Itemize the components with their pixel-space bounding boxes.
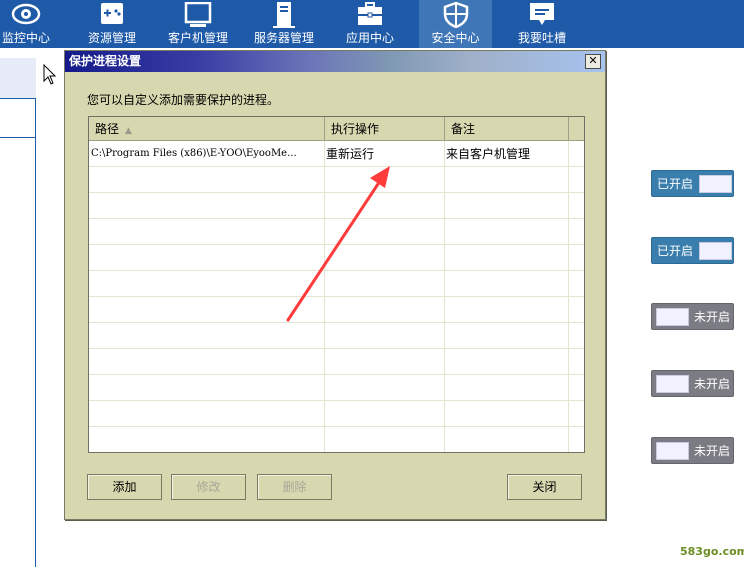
process-table[interactable]: 路径 ▲ 执行操作 备注 C:\Program Files (x86)\E-YOO… xyxy=(88,116,585,453)
column-divider xyxy=(324,141,325,452)
close-icon[interactable]: ✕ xyxy=(585,54,601,69)
gamepad-icon xyxy=(101,3,123,24)
toggle-knob xyxy=(699,175,732,193)
toggle-label: 未开启 xyxy=(694,310,731,324)
eye-icon xyxy=(11,3,41,25)
side-panel xyxy=(0,58,36,567)
table-row[interactable]: C:\Program Files (x86)\E-YOO\EyooMe... 重… xyxy=(89,141,584,167)
toggle-knob xyxy=(656,442,689,460)
nav-item-servers[interactable]: 服务器管理 xyxy=(250,0,318,48)
cell-note: 来自客户机管理 xyxy=(446,147,531,161)
dialog-hint: 您可以自定义添加需要保护的进程。 xyxy=(87,93,280,107)
top-nav-bar: 监控中心 资源管理 客户机管理 服务器管理 应用中心 安全中心 我要吐槽 xyxy=(0,0,744,48)
nav-label: 安全中心 xyxy=(431,31,480,45)
table-row-empty xyxy=(89,297,584,323)
toggle-label: 未开启 xyxy=(694,444,731,458)
table-row-empty xyxy=(89,375,584,401)
toggle-label: 未开启 xyxy=(694,377,731,391)
table-row-empty xyxy=(89,245,584,271)
server-icon xyxy=(273,2,295,28)
column-header-note[interactable]: 备注 xyxy=(445,117,569,141)
shield-icon xyxy=(443,2,468,28)
add-button[interactable]: 添加 xyxy=(87,474,162,500)
toggle-switch[interactable]: 未开启 xyxy=(651,303,734,330)
toggle-switch[interactable]: 已开启 xyxy=(651,237,734,264)
column-divider xyxy=(568,141,569,452)
cell-action: 重新运行 xyxy=(326,147,375,161)
toggle-switch[interactable]: 未开启 xyxy=(651,437,734,464)
divider xyxy=(0,137,36,138)
table-row-empty xyxy=(89,401,584,427)
side-panel-selected[interactable] xyxy=(0,58,36,98)
nav-label: 资源管理 xyxy=(87,31,136,45)
nav-item-resources[interactable]: 资源管理 xyxy=(82,0,142,48)
toggle-switch[interactable]: 未开启 xyxy=(651,370,734,397)
dialog-titlebar[interactable]: 保护进程设置 ✕ xyxy=(65,51,605,72)
toggle-knob xyxy=(656,375,689,393)
column-header-action[interactable]: 执行操作 xyxy=(325,117,445,141)
toggle-label: 已开启 xyxy=(657,244,694,258)
table-row-empty xyxy=(89,167,584,193)
nav-item-monitor[interactable]: 监控中心 xyxy=(0,0,52,48)
nav-item-security[interactable]: 安全中心 xyxy=(419,0,492,48)
table-row-empty xyxy=(89,323,584,349)
delete-button[interactable]: 删除 xyxy=(257,474,332,500)
nav-label: 服务器管理 xyxy=(253,31,314,45)
column-header-path-label: 路径 xyxy=(95,122,120,136)
speech-bubble-icon xyxy=(530,3,554,25)
column-divider xyxy=(444,141,445,452)
nav-label: 监控中心 xyxy=(1,31,50,45)
nav-label: 应用中心 xyxy=(345,31,394,45)
toggle-knob xyxy=(656,308,689,326)
nav-item-feedback[interactable]: 我要吐槽 xyxy=(512,0,572,48)
table-row-empty xyxy=(89,193,584,219)
table-row-empty xyxy=(89,271,584,297)
toggle-switch[interactable]: 已开启 xyxy=(651,170,734,197)
watermark: 583go.com xyxy=(680,545,744,558)
monitor-icon xyxy=(184,2,212,27)
nav-item-apps[interactable]: 应用中心 xyxy=(342,0,398,48)
mouse-cursor-icon xyxy=(43,64,57,85)
toggle-label: 已开启 xyxy=(657,177,694,191)
column-header-note-label: 备注 xyxy=(451,122,476,136)
table-row-empty xyxy=(89,219,584,245)
sort-ascending-icon: ▲ xyxy=(125,126,132,136)
app-window: 监控中心 资源管理 客户机管理 服务器管理 应用中心 安全中心 我要吐槽 已开启… xyxy=(0,0,744,567)
close-button[interactable]: 关闭 xyxy=(507,474,582,500)
nav-item-clients[interactable]: 客户机管理 xyxy=(164,0,232,48)
table-row-empty xyxy=(89,349,584,375)
toggle-knob xyxy=(699,242,732,260)
edit-button[interactable]: 修改 xyxy=(171,474,246,500)
column-header-action-label: 执行操作 xyxy=(331,122,380,136)
table-row-empty xyxy=(89,427,584,452)
protect-process-dialog: 保护进程设置 ✕ 您可以自定义添加需要保护的进程。 路径 ▲ 执行操作 备注 C:… xyxy=(64,50,606,520)
cell-path: C:\Program Files (x86)\E-YOO\EyooMe... xyxy=(91,148,297,159)
nav-label: 我要吐槽 xyxy=(517,31,566,45)
dialog-title: 保护进程设置 xyxy=(69,54,142,68)
divider xyxy=(0,98,36,99)
table-header: 路径 ▲ 执行操作 备注 xyxy=(89,117,584,141)
toolbox-icon xyxy=(358,2,382,25)
column-header-path[interactable]: 路径 ▲ xyxy=(89,117,325,141)
nav-label: 客户机管理 xyxy=(167,31,228,45)
